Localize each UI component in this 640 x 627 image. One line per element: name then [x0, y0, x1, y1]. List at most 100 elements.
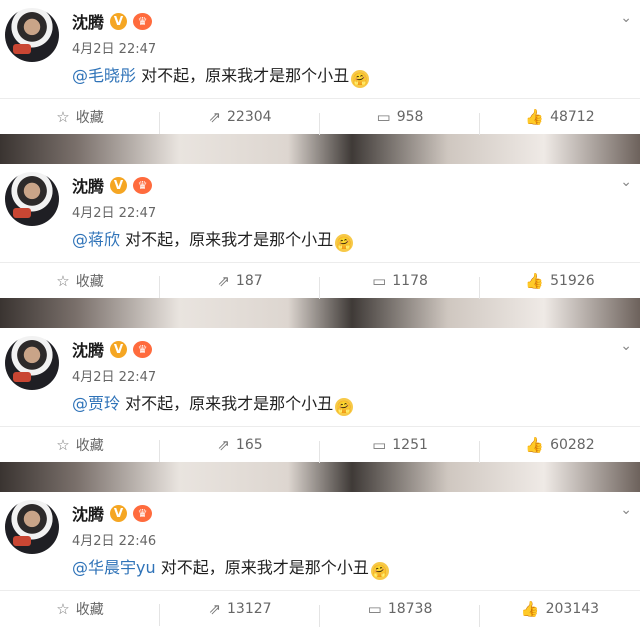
- comment-count: 958: [396, 109, 424, 125]
- star-icon: ☆: [56, 272, 70, 290]
- author-row: 沈腾 V ♛: [72, 337, 153, 361]
- chevron-down-icon[interactable]: ⌄: [620, 174, 632, 190]
- favorite-label: 收藏: [75, 274, 104, 290]
- action-bar: ☆ 收藏 ⇗ 187 ▭ 1178 👍 51926: [0, 262, 640, 299]
- favorite-label: 收藏: [75, 110, 104, 126]
- like-button[interactable]: 👍 60282: [480, 436, 640, 454]
- favorite-label: 收藏: [75, 602, 104, 618]
- weibo-feed: 沈腾 V ♛ ⌄ 4月2日 22:47 @毛晓彤 对不起，原来我才是那个小丑 🤗 …: [0, 0, 640, 627]
- mention-link[interactable]: @华晨宇yu: [72, 558, 156, 577]
- favorite-button[interactable]: ☆ 收藏: [0, 107, 160, 134]
- photo-strip-divider: [0, 134, 640, 164]
- thumbs-up-icon: 👍: [525, 108, 545, 126]
- favorite-button[interactable]: ☆ 收藏: [0, 599, 160, 626]
- action-bar: ☆ 收藏 ⇗ 13127 ▭ 18738 👍 203143: [0, 590, 640, 627]
- post-card: 沈腾 V ♛ ⌄ 4月2日 22:46 @华晨宇yu 对不起，原来我才是那个小丑…: [0, 492, 640, 627]
- post-time[interactable]: 4月2日 22:47: [72, 366, 156, 385]
- repost-count: 187: [235, 273, 263, 289]
- repost-button[interactable]: ⇗ 13127: [160, 600, 320, 627]
- star-icon: ☆: [56, 436, 70, 454]
- avatar[interactable]: [5, 8, 59, 62]
- verified-icon: V: [110, 340, 128, 358]
- verified-icon: V: [110, 504, 128, 522]
- crown-icon: ♛: [133, 176, 153, 194]
- favorite-button[interactable]: ☆ 收藏: [0, 271, 160, 298]
- comment-icon: ▭: [372, 436, 387, 454]
- avatar[interactable]: [5, 500, 59, 554]
- mention-link[interactable]: @贾玲: [72, 394, 120, 413]
- thumbs-up-icon: 👍: [525, 272, 545, 290]
- comment-count: 1251: [392, 437, 428, 453]
- comment-button[interactable]: ▭ 958: [320, 108, 480, 135]
- comment-count: 1178: [392, 273, 428, 289]
- comment-button[interactable]: ▭ 1178: [320, 272, 480, 299]
- crown-icon: ♛: [133, 340, 153, 358]
- comment-count: 18738: [387, 601, 433, 617]
- author-name[interactable]: 沈腾: [72, 173, 104, 197]
- author-name[interactable]: 沈腾: [72, 501, 104, 525]
- chevron-down-icon[interactable]: ⌄: [620, 502, 632, 518]
- repost-button[interactable]: ⇗ 165: [160, 436, 320, 463]
- hug-emoji-icon: 🤗: [335, 234, 354, 252]
- like-count: 48712: [550, 109, 595, 125]
- post-time[interactable]: 4月2日 22:47: [72, 38, 156, 57]
- favorite-button[interactable]: ☆ 收藏: [0, 435, 160, 462]
- like-count: 203143: [545, 601, 600, 617]
- microphone-icon: [13, 208, 31, 218]
- hug-emoji-icon: 🤗: [335, 398, 354, 416]
- author-name[interactable]: 沈腾: [72, 337, 104, 361]
- like-button[interactable]: 👍 48712: [480, 108, 640, 126]
- post-card: 沈腾 V ♛ ⌄ 4月2日 22:47 @蒋欣 对不起，原来我才是那个小丑 🤗 ☆…: [0, 164, 640, 299]
- avatar[interactable]: [5, 172, 59, 226]
- star-icon: ☆: [56, 600, 70, 618]
- thumbs-up-icon: 👍: [520, 600, 540, 618]
- repost-count: 13127: [227, 601, 272, 617]
- comment-icon: ▭: [376, 108, 391, 126]
- comment-icon: ▭: [372, 272, 387, 290]
- thumbs-up-icon: 👍: [525, 436, 545, 454]
- post-text: 对不起，原来我才是那个小丑: [120, 230, 334, 249]
- favorite-label: 收藏: [75, 438, 104, 454]
- like-count: 60282: [550, 437, 595, 453]
- post-content: @蒋欣 对不起，原来我才是那个小丑 🤗: [72, 226, 354, 252]
- post-card: 沈腾 V ♛ ⌄ 4月2日 22:47 @毛晓彤 对不起，原来我才是那个小丑 🤗 …: [0, 0, 640, 135]
- action-bar: ☆ 收藏 ⇗ 165 ▭ 1251 👍 60282: [0, 426, 640, 463]
- like-button[interactable]: 👍 203143: [480, 600, 640, 618]
- repost-button[interactable]: ⇗ 187: [160, 272, 320, 299]
- repost-icon: ⇗: [208, 600, 222, 618]
- mention-link[interactable]: @毛晓彤: [72, 66, 136, 85]
- chevron-down-icon[interactable]: ⌄: [620, 338, 632, 354]
- verified-icon: V: [110, 176, 128, 194]
- author-row: 沈腾 V ♛: [72, 173, 153, 197]
- comment-button[interactable]: ▭ 18738: [320, 600, 480, 627]
- repost-button[interactable]: ⇗ 22304: [160, 108, 320, 135]
- hug-emoji-icon: 🤗: [370, 562, 389, 580]
- post-time[interactable]: 4月2日 22:47: [72, 202, 156, 221]
- comment-icon: ▭: [367, 600, 382, 618]
- repost-count: 165: [235, 437, 263, 453]
- chevron-down-icon[interactable]: ⌄: [620, 10, 632, 26]
- verified-icon: V: [110, 12, 128, 30]
- hug-emoji-icon: 🤗: [351, 70, 370, 88]
- crown-icon: ♛: [133, 12, 153, 30]
- repost-icon: ⇗: [208, 108, 222, 126]
- author-row: 沈腾 V ♛: [72, 9, 153, 33]
- author-name[interactable]: 沈腾: [72, 9, 104, 33]
- like-button[interactable]: 👍 51926: [480, 272, 640, 290]
- post-content: @华晨宇yu 对不起，原来我才是那个小丑 🤗: [72, 554, 389, 580]
- comment-button[interactable]: ▭ 1251: [320, 436, 480, 463]
- author-row: 沈腾 V ♛: [72, 501, 153, 525]
- post-content: @毛晓彤 对不起，原来我才是那个小丑 🤗: [72, 62, 370, 88]
- microphone-icon: [13, 372, 31, 382]
- repost-count: 22304: [227, 109, 272, 125]
- post-text: 对不起，原来我才是那个小丑: [120, 394, 334, 413]
- post-content: @贾玲 对不起，原来我才是那个小丑 🤗: [72, 390, 354, 416]
- post-card: 沈腾 V ♛ ⌄ 4月2日 22:47 @贾玲 对不起，原来我才是那个小丑 🤗 ☆…: [0, 328, 640, 463]
- repost-icon: ⇗: [217, 272, 230, 290]
- post-text: 对不起，原来我才是那个小丑: [136, 66, 350, 85]
- action-bar: ☆ 收藏 ⇗ 22304 ▭ 958 👍 48712: [0, 98, 640, 135]
- mention-link[interactable]: @蒋欣: [72, 230, 120, 249]
- repost-icon: ⇗: [217, 436, 230, 454]
- avatar[interactable]: [5, 336, 59, 390]
- post-time[interactable]: 4月2日 22:46: [72, 530, 156, 549]
